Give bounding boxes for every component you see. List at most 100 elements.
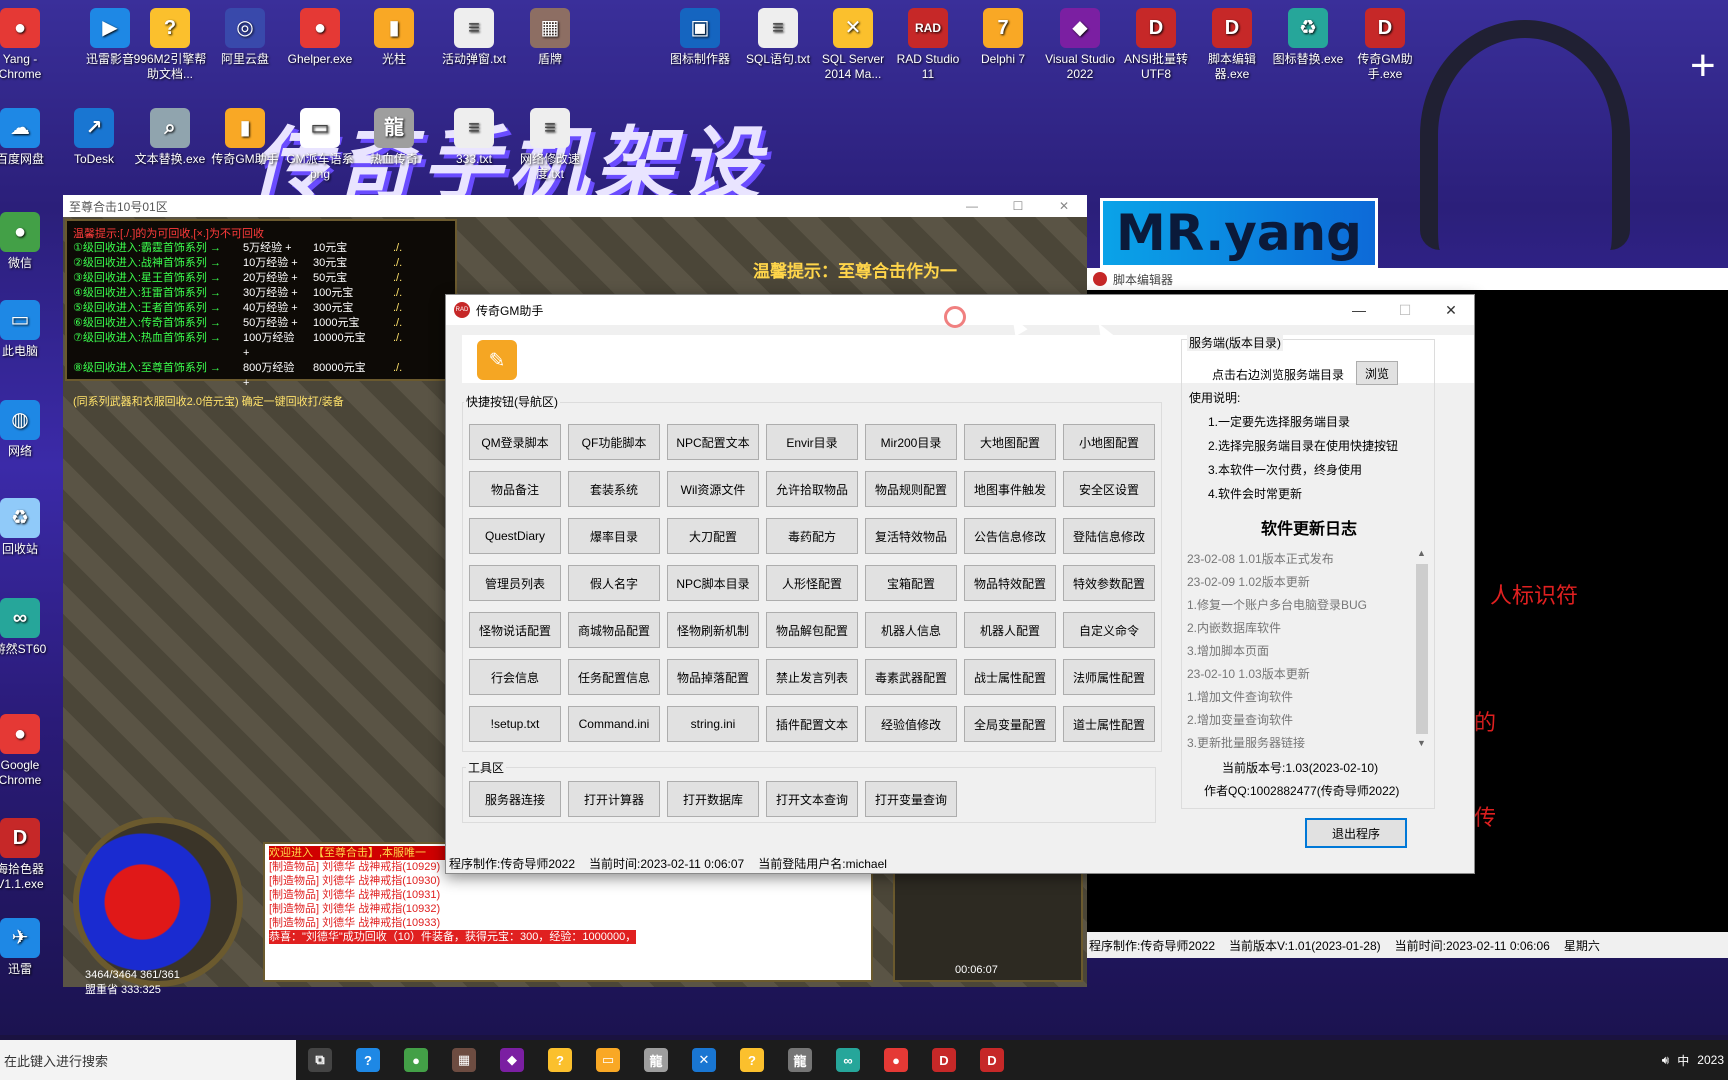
quick-button[interactable]: 行会信息 <box>469 659 561 695</box>
quick-button[interactable]: Mir200目录 <box>865 424 957 460</box>
desktop-icon[interactable]: ▮ 传奇GM助手 <box>207 108 283 167</box>
maximize-icon[interactable]: ☐ <box>995 199 1041 213</box>
quick-button[interactable]: 插件配置文本 <box>766 706 858 742</box>
quick-button[interactable]: Command.ini <box>568 706 660 742</box>
quick-button[interactable]: 登陆信息修改 <box>1063 518 1155 554</box>
tool-button[interactable]: 打开变量查询 <box>865 781 957 817</box>
quick-button[interactable]: 大地图配置 <box>964 424 1056 460</box>
quick-button[interactable]: 物品解包配置 <box>766 612 858 648</box>
quick-button[interactable]: 安全区设置 <box>1063 471 1155 507</box>
quick-button[interactable]: 大刀配置 <box>667 518 759 554</box>
desktop-icon[interactable]: ▭ 此电脑 <box>0 300 58 359</box>
volume-icon[interactable]: 🔊︎ <box>1662 1053 1670 1068</box>
close-icon[interactable]: ✕ <box>1041 199 1087 213</box>
quick-button[interactable]: 自定义命令 <box>1063 612 1155 648</box>
quick-button[interactable]: 怪物说话配置 <box>469 612 561 648</box>
quick-button[interactable]: 爆率目录 <box>568 518 660 554</box>
quick-button[interactable]: 机器人配置 <box>964 612 1056 648</box>
quick-button[interactable]: 战士属性配置 <box>964 659 1056 695</box>
desktop-icon[interactable]: ▮ 光柱 <box>356 8 432 67</box>
quick-button[interactable]: NPC脚本目录 <box>667 565 759 601</box>
quick-button[interactable]: 全局变量配置 <box>964 706 1056 742</box>
taskbar-help[interactable]: ? <box>344 1040 392 1080</box>
desktop-icon[interactable]: ? 996M2引擎帮助文档... <box>132 8 208 82</box>
input-language[interactable]: 中 <box>1677 1052 1689 1069</box>
desktop-icon[interactable]: D 脚本编辑器.exe <box>1194 8 1270 82</box>
quick-button[interactable]: 毒素武器配置 <box>865 659 957 695</box>
desktop-icon[interactable]: D ANSI批量转UTF8 <box>1118 8 1194 82</box>
quick-button[interactable]: 任务配置信息 <box>568 659 660 695</box>
scroll-thumb[interactable] <box>1416 564 1428 734</box>
quick-button[interactable]: 管理员列表 <box>469 565 561 601</box>
desktop-icon[interactable]: ≡ 网络修改速度.txt <box>512 108 588 182</box>
minimize-icon[interactable]: — <box>1336 295 1382 325</box>
quick-button[interactable]: 套装系统 <box>568 471 660 507</box>
taskbar-help-doc[interactable]: ? <box>536 1040 584 1080</box>
quick-button[interactable]: 公告信息修改 <box>964 518 1056 554</box>
quick-button[interactable]: 特效参数配置 <box>1063 565 1155 601</box>
desktop-icon[interactable]: ∞ 游然ST60 <box>0 598 58 657</box>
recycle-check[interactable]: ./. <box>393 316 402 331</box>
quick-button[interactable]: Envir目录 <box>766 424 858 460</box>
desktop-icon[interactable]: 7 Delphi 7 <box>965 8 1041 67</box>
desktop-icon[interactable]: ◆ Visual Studio 2022 <box>1042 8 1118 82</box>
taskbar-legend[interactable]: 龍 <box>632 1040 680 1080</box>
taskbar-file-explorer[interactable]: ▭ <box>584 1040 632 1080</box>
quick-button[interactable]: 毒药配方 <box>766 518 858 554</box>
desktop-icon[interactable]: 龍热血传奇 <box>356 108 432 167</box>
quick-button[interactable]: 物品掉落配置 <box>667 659 759 695</box>
quick-button[interactable]: 复活特效物品 <box>865 518 957 554</box>
quick-button[interactable]: 经验值修改 <box>865 706 957 742</box>
taskbar-visual-studio[interactable]: ◆ <box>488 1040 536 1080</box>
desktop-icon[interactable]: ⌕ 文本替换.exe <box>132 108 208 167</box>
quick-button[interactable]: 禁止发言列表 <box>766 659 858 695</box>
tool-button[interactable]: 打开计算器 <box>568 781 660 817</box>
taskbar-doc[interactable]: ? <box>728 1040 776 1080</box>
taskbar-script-editor[interactable]: D <box>968 1040 1016 1080</box>
taskbar-task-view[interactable]: ⧉ <box>296 1040 344 1080</box>
desktop-icon[interactable]: ✕ SQL Server 2014 Ma... <box>815 8 891 82</box>
desktop-icon[interactable]: ▦ 盾牌 <box>512 8 588 67</box>
quick-button[interactable]: 宝箱配置 <box>865 565 957 601</box>
quick-button[interactable]: 法师属性配置 <box>1063 659 1155 695</box>
tool-button[interactable]: 打开数据库 <box>667 781 759 817</box>
desktop-icon[interactable]: D 传奇GM助手.exe <box>1347 8 1423 82</box>
quick-button[interactable]: 物品规则配置 <box>865 471 957 507</box>
desktop-icon[interactable]: ◎ 阿里云盘 <box>207 8 283 67</box>
desktop-icon[interactable]: ♻ 回收站 <box>0 498 58 557</box>
taskbar-game[interactable]: ▦ <box>440 1040 488 1080</box>
plus-icon[interactable]: + <box>1690 44 1716 88</box>
taskbar-wechat[interactable]: ● <box>392 1040 440 1080</box>
desktop-icon[interactable]: ≡ 333.txt <box>436 108 512 167</box>
desktop-icon[interactable]: ☁ 百度网盘 <box>0 108 58 167</box>
desktop-icon[interactable]: ● 微信 <box>0 212 58 271</box>
scroll-down-icon[interactable]: ▼ <box>1417 738 1426 748</box>
quick-button[interactable]: 人形怪配置 <box>766 565 858 601</box>
quick-button[interactable]: QuestDiary <box>469 518 561 554</box>
quick-button[interactable]: 怪物刷新机制 <box>667 612 759 648</box>
quick-button[interactable]: 物品特效配置 <box>964 565 1056 601</box>
desktop-icon[interactable]: D 海拾色器V1.1.exe <box>0 818 58 892</box>
desktop-icon[interactable]: ≡ SQL语句.txt <box>740 8 816 67</box>
recycle-footer[interactable]: (同系列武器和衣服回收2.0倍元宝) 确定一键回收打/装备 <box>73 393 449 409</box>
recycle-check[interactable]: ./. <box>393 256 402 271</box>
desktop-icon[interactable]: ◍ 网络 <box>0 400 58 459</box>
clock-year[interactable]: 2023 <box>1697 1053 1724 1067</box>
desktop-icon[interactable]: ● Google Chrome <box>0 714 58 788</box>
close-icon[interactable]: ✕ <box>1428 295 1474 325</box>
quick-button[interactable]: Wil资源文件 <box>667 471 759 507</box>
recycle-check[interactable]: ./. <box>393 361 402 391</box>
desktop-icon[interactable]: ↗ ToDesk <box>56 108 132 167</box>
browse-button[interactable]: 浏览 <box>1356 361 1398 385</box>
quick-button[interactable]: 道士属性配置 <box>1063 706 1155 742</box>
quick-button[interactable]: string.ini <box>667 706 759 742</box>
quick-button[interactable]: 物品备注 <box>469 471 561 507</box>
minimize-icon[interactable]: — <box>949 199 995 213</box>
taskbar-recorder[interactable]: ● <box>872 1040 920 1080</box>
desktop-icon[interactable]: ● Yang - Chrome <box>0 8 58 82</box>
recycle-check[interactable]: ./. <box>393 331 402 361</box>
tool-button[interactable]: 服务器连接 <box>469 781 561 817</box>
update-log-scrollbar[interactable]: ▲ ▼ <box>1414 548 1430 748</box>
exit-button[interactable]: 退出程序 <box>1305 818 1407 848</box>
recycle-check[interactable]: ./. <box>393 271 402 286</box>
